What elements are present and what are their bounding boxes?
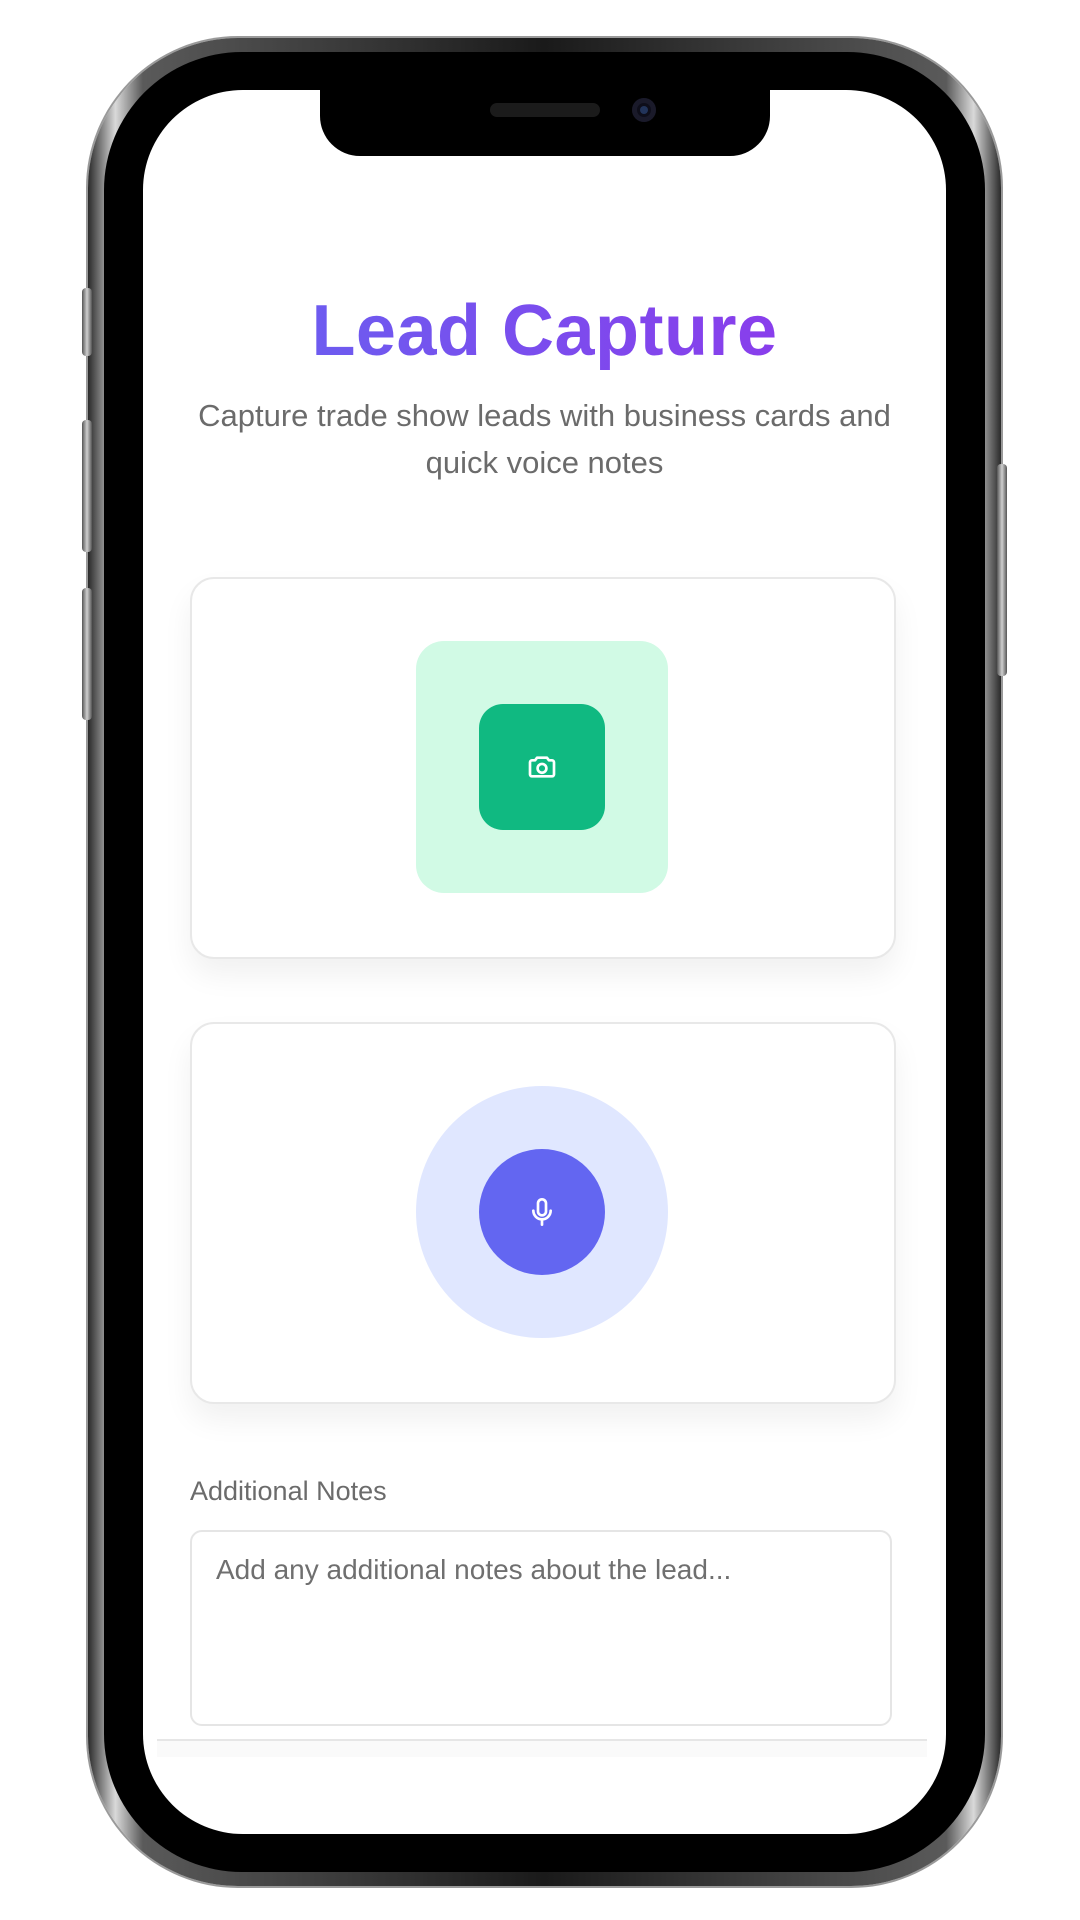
page-subtitle: Capture trade show leads with business c… <box>198 398 891 480</box>
business-card-scan-card <box>190 577 896 959</box>
additional-notes-field[interactable] <box>190 1530 892 1726</box>
volume-down-button <box>82 588 92 720</box>
front-camera <box>632 98 656 122</box>
speaker-grille <box>490 103 600 117</box>
microphone-icon <box>532 1198 552 1226</box>
bottom-divider <box>157 1739 927 1757</box>
phone-notch <box>320 88 770 156</box>
app-screen: Lead Capture Capture trade show leads wi… <box>143 90 946 1834</box>
capture-card-button[interactable] <box>479 704 605 830</box>
silent-switch <box>82 288 92 356</box>
page-title: Lead Capture <box>143 290 946 372</box>
camera-icon <box>528 756 556 778</box>
power-button <box>997 464 1007 676</box>
volume-up-button <box>82 420 92 552</box>
record-voice-note-button[interactable] <box>479 1149 605 1275</box>
voice-note-card <box>190 1022 896 1404</box>
notes-label: Additional Notes <box>190 1476 387 1506</box>
